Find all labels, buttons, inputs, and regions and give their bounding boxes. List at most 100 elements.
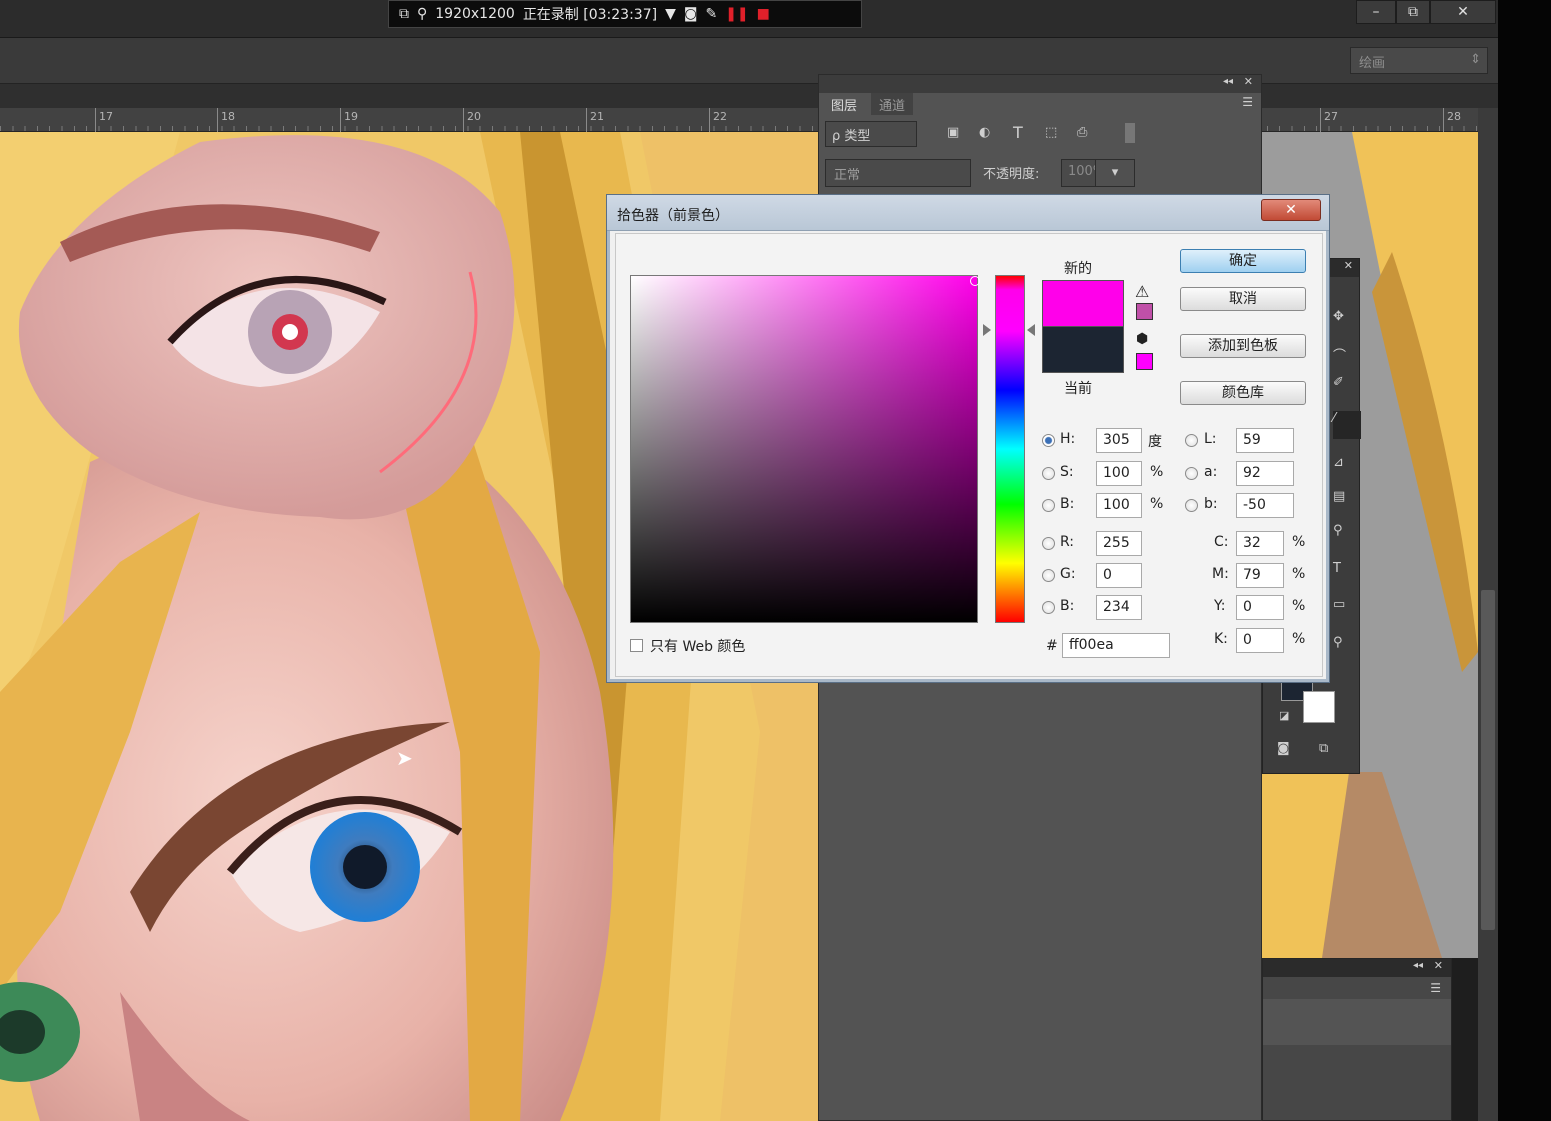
close-icon[interactable]: ✕: [1244, 75, 1253, 88]
type-filter-icon[interactable]: T: [1013, 123, 1023, 142]
m-input[interactable]: 79: [1236, 563, 1284, 588]
recorder-status: 正在录制 [03:23:37]: [522, 7, 658, 23]
quick-mask-icon[interactable]: ◙: [1277, 741, 1290, 756]
workspace-select[interactable]: 绘画 ⇕: [1350, 47, 1488, 74]
pen-icon[interactable]: ✎: [705, 6, 717, 22]
dialog-close-button[interactable]: ✕: [1261, 199, 1321, 221]
gamut-warning-swatch[interactable]: [1136, 303, 1153, 320]
h-input[interactable]: 305: [1096, 428, 1142, 453]
opacity-dropdown-button[interactable]: ▾: [1095, 159, 1135, 187]
lab-b-input[interactable]: -50: [1236, 493, 1294, 518]
c-unit: %: [1292, 534, 1306, 550]
chevron-down-icon[interactable]: ▼: [665, 6, 676, 22]
workspace-label: 绘画: [1359, 56, 1386, 71]
opacity-label: 不透明度:: [983, 167, 1040, 182]
type-tool-icon[interactable]: T: [1333, 561, 1341, 576]
hue-slider-left-arrow[interactable]: [983, 324, 991, 336]
s-input[interactable]: 100: [1096, 461, 1142, 486]
restore-button[interactable]: ⧉: [1396, 0, 1430, 24]
b-radio[interactable]: [1042, 499, 1055, 512]
l-radio[interactable]: [1185, 434, 1198, 447]
m-label: M:: [1212, 566, 1229, 582]
secondary-panel: ◂◂ ✕ ☰: [1262, 958, 1452, 1121]
zoom-icon[interactable]: ⚲: [417, 6, 427, 22]
lasso-tool-icon[interactable]: ⌒: [1333, 345, 1346, 364]
rgb-b-radio[interactable]: [1042, 601, 1055, 614]
color-libraries-button[interactable]: 颜色库: [1180, 381, 1306, 405]
layer-filter-select[interactable]: ρ 类型: [825, 121, 917, 147]
current-color-swatch[interactable]: [1042, 326, 1124, 373]
cancel-button[interactable]: 取消: [1180, 287, 1306, 311]
smart-object-filter-icon[interactable]: ⎙: [1077, 125, 1087, 140]
camera-icon[interactable]: ◙: [684, 6, 698, 22]
warning-icon[interactable]: ⚠: [1135, 282, 1149, 301]
move-tool-icon[interactable]: ✥: [1333, 309, 1344, 324]
r-radio[interactable]: [1042, 537, 1055, 550]
dodge-tool-icon[interactable]: ⚲: [1333, 523, 1343, 538]
brush-tool-icon[interactable]: ⁄: [1333, 411, 1361, 439]
blend-mode-label: 正常: [834, 168, 861, 183]
pause-icon[interactable]: ❚❚: [725, 6, 748, 22]
tab-channels[interactable]: 通道: [871, 93, 914, 115]
h-radio[interactable]: [1042, 434, 1055, 447]
cube-icon[interactable]: ⬢: [1136, 331, 1148, 347]
screen-mode-icon[interactable]: ⧉: [1319, 741, 1328, 756]
web-colors-only-checkbox[interactable]: [630, 639, 643, 652]
add-to-swatches-button[interactable]: 添加到色板: [1180, 334, 1306, 358]
stop-icon[interactable]: ■: [757, 6, 770, 22]
tab-layers[interactable]: 图层: [823, 93, 866, 115]
a-radio[interactable]: [1185, 467, 1198, 480]
ok-button[interactable]: 确定: [1180, 249, 1306, 273]
window-icon[interactable]: ⧉: [399, 6, 409, 22]
hue-slider-right-arrow[interactable]: [1027, 324, 1035, 336]
b-label: B:: [1060, 496, 1075, 512]
filter-toggle[interactable]: [1125, 123, 1135, 143]
zoom-tool-icon[interactable]: ⚲: [1333, 635, 1343, 650]
l-input[interactable]: 59: [1236, 428, 1294, 453]
recorder-resolution: 1920x1200: [435, 6, 515, 22]
gradient-tool-icon[interactable]: ▤: [1333, 489, 1345, 504]
ruler-label: 28: [1447, 110, 1461, 123]
hex-input[interactable]: ff00ea: [1062, 633, 1170, 658]
color-field-cursor[interactable]: [970, 276, 980, 286]
close-window-button[interactable]: ✕: [1430, 0, 1496, 24]
adjustment-filter-icon[interactable]: ◐: [979, 125, 990, 140]
blend-mode-select[interactable]: 正常: [825, 159, 971, 187]
collapse-icon[interactable]: ◂◂: [1223, 76, 1233, 87]
saturation-brightness-field[interactable]: [630, 275, 978, 623]
r-input[interactable]: 255: [1096, 531, 1142, 556]
stamp-tool-icon[interactable]: ⊿: [1333, 455, 1344, 470]
rgb-b-input[interactable]: 234: [1096, 595, 1142, 620]
k-input[interactable]: 0: [1236, 628, 1284, 653]
minimize-button[interactable]: –: [1356, 0, 1396, 24]
quick-select-icon[interactable]: ✐: [1333, 375, 1344, 390]
hue-slider[interactable]: [995, 275, 1025, 623]
g-radio[interactable]: [1042, 569, 1055, 582]
a-input[interactable]: 92: [1236, 461, 1294, 486]
panel-menu-icon[interactable]: ☰: [1430, 981, 1441, 995]
s-label: S:: [1060, 464, 1074, 480]
y-input[interactable]: 0: [1236, 595, 1284, 620]
g-input[interactable]: 0: [1096, 563, 1142, 588]
background-color-swatch[interactable]: [1303, 691, 1335, 723]
shape-tool-icon[interactable]: ▭: [1333, 597, 1345, 612]
default-colors-icon[interactable]: ◪: [1279, 709, 1289, 722]
close-icon[interactable]: ✕: [1434, 959, 1443, 972]
close-icon[interactable]: ✕: [1344, 259, 1353, 272]
s-radio[interactable]: [1042, 467, 1055, 480]
rgb-b-label: B:: [1060, 598, 1075, 614]
lab-b-radio[interactable]: [1185, 499, 1198, 512]
web-safe-swatch[interactable]: [1136, 353, 1153, 370]
dialog-title-bar: 拾色器（前景色）: [607, 195, 1329, 231]
shape-filter-icon[interactable]: ⬚: [1045, 125, 1057, 140]
panel-menu-icon[interactable]: ☰: [1242, 95, 1253, 109]
collapse-icon[interactable]: ◂◂: [1413, 960, 1423, 971]
new-color-label: 新的: [1064, 261, 1092, 277]
b-input[interactable]: 100: [1096, 493, 1142, 518]
scrollbar-thumb[interactable]: [1481, 590, 1495, 930]
image-filter-icon[interactable]: ▣: [947, 125, 959, 140]
current-color-label: 当前: [1064, 381, 1092, 397]
screen-margin: [1498, 0, 1551, 1121]
h-unit: 度: [1148, 434, 1162, 450]
c-input[interactable]: 32: [1236, 531, 1284, 556]
